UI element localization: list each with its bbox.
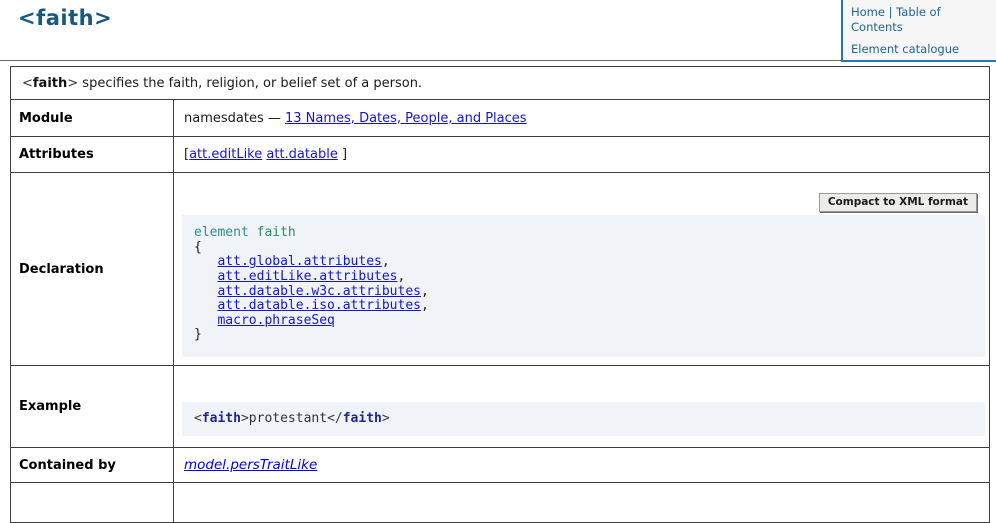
contained-by-label: Contained by xyxy=(11,448,174,483)
code-brace-open: { xyxy=(194,240,202,255)
compact-to-xml-button[interactable]: Compact to XML format xyxy=(819,193,977,212)
description-bracket-open: < xyxy=(22,76,33,91)
description-tag-name: faith xyxy=(33,76,67,91)
contained-by-model-link[interactable]: model.persTraitLike xyxy=(184,457,317,473)
declaration-link-macro-phraseseq[interactable]: macro.phraseSeq xyxy=(217,313,334,328)
declaration-link-att-global[interactable]: att.global.attributes xyxy=(217,254,381,269)
example-row: Example <faith>protestant</faith> xyxy=(11,366,990,448)
description-bracket-close: > xyxy=(67,76,78,91)
code-comma: , xyxy=(421,298,429,313)
table-row-partial xyxy=(11,483,990,523)
declaration-code: element faith { att.global.attributes, a… xyxy=(182,215,985,357)
description-row: <faith> specifies the faith, religion, o… xyxy=(11,67,990,100)
example-open-tag: faith xyxy=(202,411,241,426)
attribute-class-link-datable[interactable]: att.datable xyxy=(266,147,337,162)
nav-link-home[interactable]: Home xyxy=(851,5,885,19)
page-title: <faith> xyxy=(18,6,112,30)
nav-group-bottom: Element catalogue xyxy=(851,42,990,57)
declaration-link-att-editlike[interactable]: att.editLike.attributes xyxy=(217,269,397,284)
example-close-close-bracket: > xyxy=(382,411,390,426)
contained-by-row: Contained by model.persTraitLike xyxy=(11,448,990,483)
partial-row-label xyxy=(11,483,174,523)
declaration-button-row: Compact to XML format xyxy=(174,181,989,212)
module-name: namesdates — xyxy=(184,111,285,126)
attribute-class-link-editlike[interactable]: att.editLike xyxy=(189,147,262,162)
example-close-tag: faith xyxy=(343,411,382,426)
example-open-close-bracket: > xyxy=(241,411,249,426)
declaration-link-att-datable-w3c[interactable]: att.datable.w3c.attributes xyxy=(217,284,421,299)
attributes-value: [att.editLike att.datable ] xyxy=(174,137,990,173)
code-element-name: faith xyxy=(257,225,296,240)
partial-row-value xyxy=(174,483,990,523)
example-close-bracket: </ xyxy=(327,411,343,426)
nav-link-element-catalogue[interactable]: Element catalogue xyxy=(851,42,959,56)
contained-by-value: model.persTraitLike xyxy=(174,448,990,483)
nav-group-top: Home | Table of Contents xyxy=(851,5,990,35)
module-value: namesdates — 13 Names, Dates, People, an… xyxy=(174,100,990,137)
example-code: <faith>protestant</faith> xyxy=(182,402,985,436)
declaration-link-att-datable-iso[interactable]: att.datable.iso.attributes xyxy=(217,298,421,313)
nav-separator: | xyxy=(889,5,893,19)
attributes-bracket-close: ] xyxy=(338,147,347,162)
example-label: Example xyxy=(11,366,174,448)
element-description: <faith> specifies the faith, religion, o… xyxy=(11,67,990,100)
code-keyword-element: element xyxy=(194,225,249,240)
declaration-value: Compact to XML format element faith { at… xyxy=(174,173,990,366)
element-spec-table: <faith> specifies the faith, religion, o… xyxy=(10,66,990,523)
module-label: Module xyxy=(11,100,174,137)
code-comma: , xyxy=(421,284,429,299)
example-value: <faith>protestant</faith> xyxy=(174,366,990,448)
declaration-label: Declaration xyxy=(11,173,174,366)
nav-box: Home | Table of Contents Element catalog… xyxy=(841,0,996,62)
module-row: Module namesdates — 13 Names, Dates, Peo… xyxy=(11,100,990,137)
code-comma: , xyxy=(398,269,406,284)
declaration-row: Declaration Compact to XML format elemen… xyxy=(11,173,990,366)
description-text: specifies the faith, religion, or belief… xyxy=(78,76,422,91)
code-comma: , xyxy=(382,254,390,269)
example-open-bracket: < xyxy=(194,411,202,426)
example-content: protestant xyxy=(249,411,327,426)
attributes-row: Attributes [att.editLike att.datable ] xyxy=(11,137,990,173)
code-brace-close: } xyxy=(194,327,202,342)
header-divider xyxy=(0,60,841,61)
attributes-label: Attributes xyxy=(11,137,174,173)
module-chapter-link[interactable]: 13 Names, Dates, People, and Places xyxy=(285,111,527,126)
